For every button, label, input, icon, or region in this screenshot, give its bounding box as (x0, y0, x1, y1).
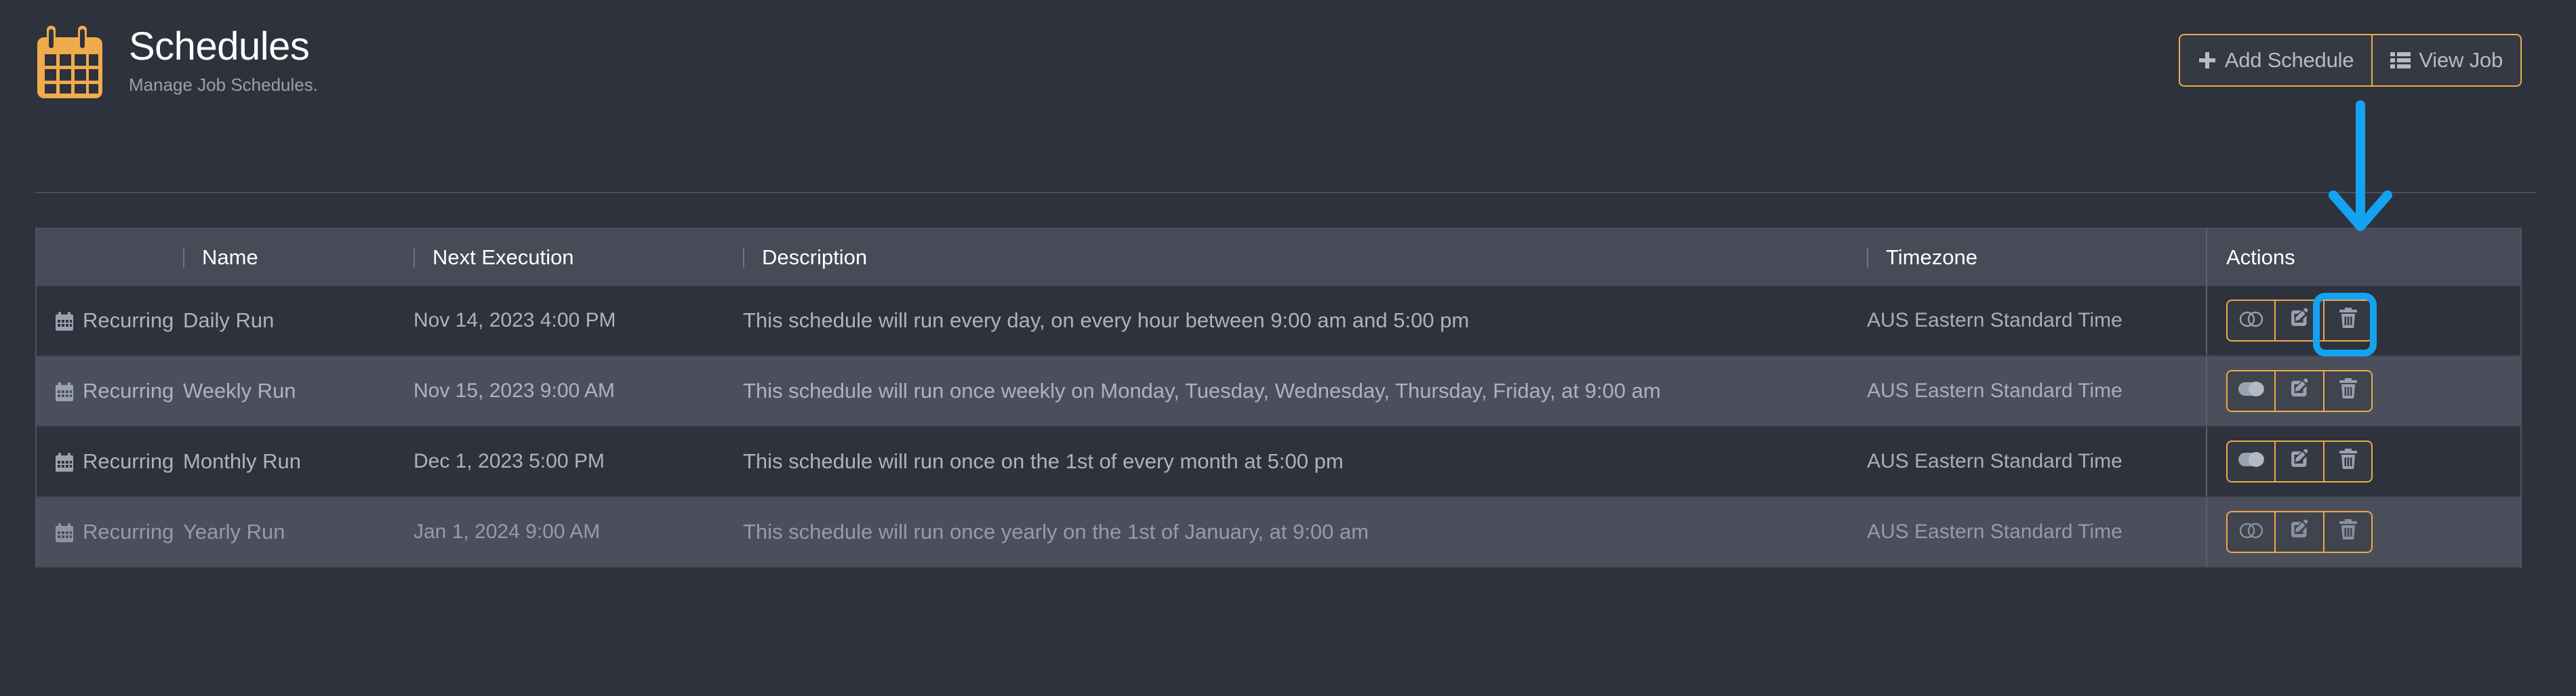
edit-button[interactable] (2275, 370, 2324, 412)
cell-description: This schedule will run once weekly on Mo… (743, 379, 1661, 403)
page-title: Schedules (129, 24, 310, 68)
cell-type-label: Recurring (83, 520, 174, 544)
column-header-type (37, 229, 183, 286)
calendar-alt-icon (56, 453, 73, 472)
cell-next-execution: Jan 1, 2024 9:00 AM (414, 520, 601, 543)
view-job-button[interactable]: View Job (2372, 34, 2522, 87)
edit-icon (2289, 307, 2310, 334)
view-job-label: View Job (2419, 48, 2503, 72)
cell-type: Recurring (37, 427, 183, 496)
header-divider (35, 192, 2535, 193)
column-header-next-execution[interactable]: Next Execution (414, 229, 743, 286)
table-header-row: Name Next Execution Description Timezone… (37, 229, 2520, 286)
column-separator (183, 247, 184, 268)
toggle-off-icon (2238, 520, 2264, 544)
title-text-block: Schedules Manage Job Schedules. (129, 22, 318, 96)
cell-name: Weekly Run (183, 379, 296, 403)
calendar-alt-icon (56, 382, 73, 401)
column-header-description-label: Description (762, 245, 868, 269)
toggle-button[interactable] (2226, 441, 2275, 483)
page-header: Schedules Manage Job Schedules. Add Sche… (35, 0, 2522, 192)
add-schedule-button[interactable]: Add Schedule (2178, 34, 2373, 87)
cell-description: This schedule will run once yearly on th… (743, 520, 1369, 544)
cell-type: Recurring (37, 286, 183, 355)
cell-actions (2206, 356, 2520, 426)
column-header-timezone-label: Timezone (1886, 245, 1977, 269)
action-button-group (2226, 370, 2373, 412)
add-schedule-label: Add Schedule (2224, 48, 2354, 72)
column-header-name[interactable]: Name (183, 229, 414, 286)
column-header-next-execution-label: Next Execution (432, 245, 574, 269)
delete-button[interactable] (2324, 370, 2373, 412)
column-header-description[interactable]: Description (743, 229, 1867, 286)
cell-description: This schedule will run every day, on eve… (743, 308, 1470, 332)
title-block: Schedules Manage Job Schedules. (35, 0, 318, 98)
cell-description: This schedule will run once on the 1st o… (743, 449, 1344, 473)
cell-actions (2206, 286, 2520, 355)
cell-timezone: AUS Eastern Standard Time (1867, 380, 2122, 402)
trash-icon (2339, 307, 2358, 334)
calendar-icon (35, 24, 104, 100)
cell-actions (2206, 497, 2520, 567)
cell-type-label: Recurring (83, 449, 174, 473)
cell-next-execution: Nov 15, 2023 9:00 AM (414, 380, 615, 402)
page-subtitle: Manage Job Schedules. (129, 75, 318, 95)
table-row[interactable]: Recurring Weekly Run Nov 15, 2023 9:00 A… (37, 356, 2520, 427)
cell-next-execution: Nov 14, 2023 4:00 PM (414, 309, 616, 331)
column-separator (414, 247, 415, 268)
table-body: Recurring Daily Run Nov 14, 2023 4:00 PM… (37, 286, 2520, 568)
toggle-button[interactable] (2226, 511, 2275, 553)
toggle-on-icon (2238, 449, 2265, 474)
cell-type: Recurring (37, 497, 183, 567)
trash-icon (2339, 377, 2358, 405)
cell-name: Daily Run (183, 308, 275, 332)
delete-button[interactable] (2324, 300, 2373, 342)
edit-button[interactable] (2275, 441, 2324, 483)
trash-icon (2339, 518, 2358, 546)
edit-button[interactable] (2275, 300, 2324, 342)
edit-icon (2289, 448, 2310, 475)
cell-timezone: AUS Eastern Standard Time (1867, 309, 2122, 331)
toggle-on-icon (2238, 379, 2265, 403)
cell-name: Yearly Run (183, 520, 285, 544)
delete-button[interactable] (2324, 511, 2373, 553)
schedules-table: Name Next Execution Description Timezone… (35, 228, 2522, 568)
schedules-page: Schedules Manage Job Schedules. Add Sche… (0, 0, 2576, 696)
action-button-group (2226, 441, 2373, 483)
delete-button[interactable] (2324, 441, 2373, 483)
edit-button[interactable] (2275, 511, 2324, 553)
toggle-button[interactable] (2226, 370, 2275, 412)
edit-icon (2289, 518, 2310, 546)
cell-timezone: AUS Eastern Standard Time (1867, 520, 2122, 543)
column-header-actions: Actions (2206, 229, 2520, 286)
table-row[interactable]: Recurring Monthly Run Dec 1, 2023 5:00 P… (37, 427, 2520, 497)
calendar-alt-icon (56, 523, 73, 542)
toggle-off-icon (2238, 308, 2264, 333)
cell-type-label: Recurring (83, 308, 174, 332)
toggle-button[interactable] (2226, 300, 2275, 342)
cell-actions (2206, 427, 2520, 496)
cell-type-label: Recurring (83, 379, 174, 403)
edit-icon (2289, 377, 2310, 405)
trash-icon (2339, 448, 2358, 475)
column-header-timezone[interactable]: Timezone (1867, 229, 2206, 286)
cell-timezone: AUS Eastern Standard Time (1867, 450, 2122, 472)
cell-next-execution: Dec 1, 2023 5:00 PM (414, 450, 605, 472)
table-row[interactable]: Recurring Daily Run Nov 14, 2023 4:00 PM… (37, 286, 2520, 356)
column-separator (1867, 247, 1868, 268)
action-button-group (2226, 300, 2373, 342)
column-header-name-label: Name (202, 245, 258, 269)
calendar-alt-icon (56, 312, 73, 331)
column-separator (743, 247, 744, 268)
plus-icon (2198, 51, 2217, 70)
table-row[interactable]: Recurring Yearly Run Jan 1, 2024 9:00 AM… (37, 497, 2520, 568)
cell-name: Monthly Run (183, 449, 302, 473)
action-button-group (2226, 511, 2373, 553)
list-icon (2390, 52, 2411, 69)
header-actions: Add Schedule View Job (2178, 0, 2522, 87)
cell-type: Recurring (37, 356, 183, 426)
